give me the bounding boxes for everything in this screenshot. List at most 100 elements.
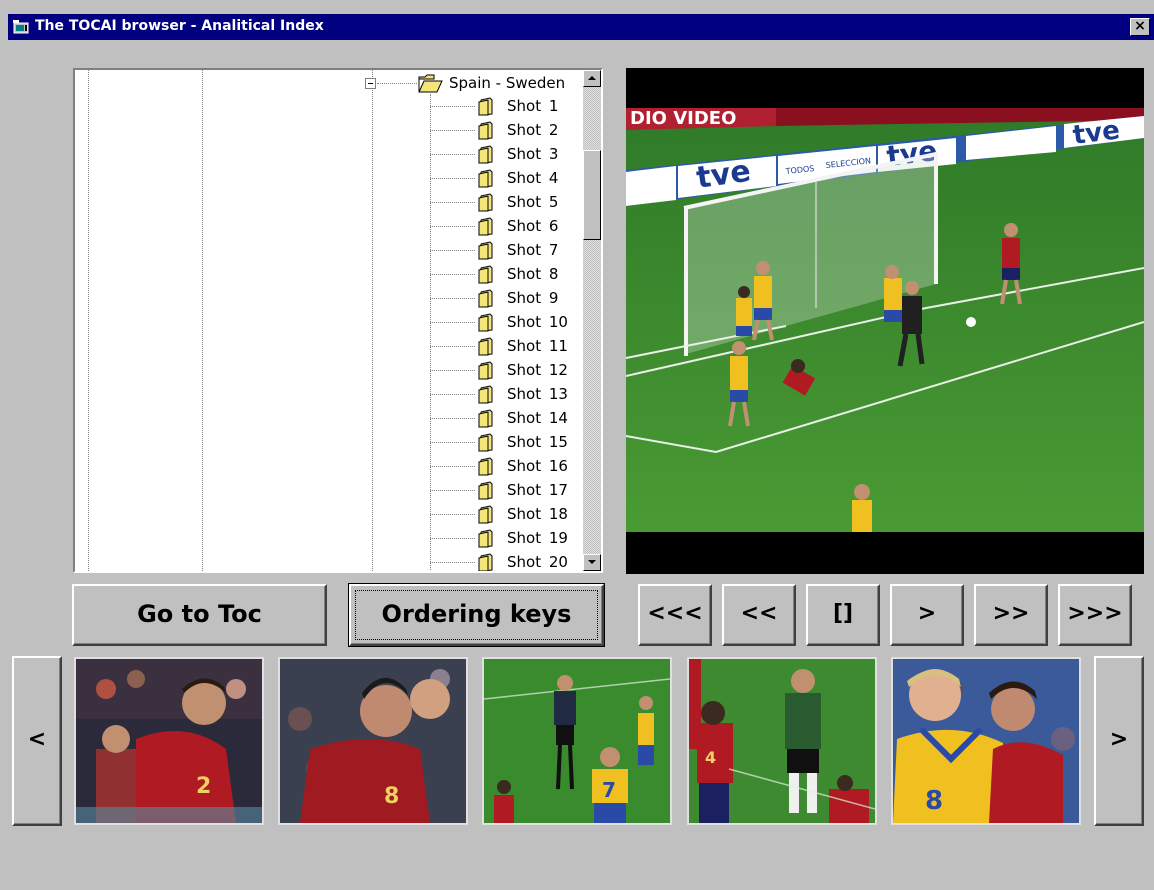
tree-connector <box>430 106 475 107</box>
folder-icon <box>478 289 493 308</box>
tree-connector <box>430 322 475 323</box>
tree-node-shot[interactable]: Shot 10 <box>430 310 580 334</box>
tree-node-shot[interactable]: Shot 17 <box>430 478 580 502</box>
shot-list: Shot 1 Shot 2 Shot 3 Shot 4 Shot 5 Shot 6 Shot… <box>430 94 580 571</box>
tree-node-shot[interactable]: Shot 20 <box>430 550 580 571</box>
keyframe-thumbnail[interactable]: 8 <box>278 657 468 825</box>
ordering-keys-button[interactable]: Ordering keys <box>348 583 605 647</box>
folder-icon <box>478 457 493 476</box>
tree-node-shot[interactable]: Shot 5 <box>430 190 580 214</box>
tree-node-shot[interactable]: Shot 3 <box>430 142 580 166</box>
arrow-down-icon <box>588 560 596 564</box>
filmstrip-next-button[interactable]: > <box>1094 656 1144 826</box>
tree-guide-line <box>202 70 203 571</box>
collapse-icon[interactable] <box>365 78 376 89</box>
scroll-up-button[interactable] <box>583 70 601 87</box>
tree-connector <box>430 346 475 347</box>
shot-label: Shot 4 <box>507 169 559 187</box>
svg-text:8: 8 <box>925 786 943 816</box>
tree-guide-line <box>88 70 89 571</box>
keyframe-thumbnail[interactable]: 7 <box>482 657 672 825</box>
tree-node-shot[interactable]: Shot 2 <box>430 118 580 142</box>
folder-icon <box>478 553 493 571</box>
tree-connector <box>430 130 475 131</box>
tree-connector <box>430 514 475 515</box>
shot-label: Shot 19 <box>507 529 568 547</box>
tree-connector <box>377 83 417 84</box>
shot-label: Shot 8 <box>507 265 559 283</box>
video-player[interactable]: DIO VIDEO tve TODOS SELECCION tve tve <box>626 68 1144 574</box>
tree-connector <box>430 298 475 299</box>
tree-root-label[interactable]: Spain - Sweden <box>449 74 565 92</box>
open-folder-icon <box>418 74 443 93</box>
play-button[interactable]: > <box>890 584 964 646</box>
scroll-down-button[interactable] <box>583 554 601 571</box>
shot-label: Shot 9 <box>507 289 559 307</box>
tree-connector <box>430 394 475 395</box>
shot-label: Shot 10 <box>507 313 568 331</box>
svg-text:4: 4 <box>705 748 716 767</box>
thumbnail-image: 4 <box>689 659 875 823</box>
svg-text:tve: tve <box>694 154 753 196</box>
tree-node-shot[interactable]: Shot 19 <box>430 526 580 550</box>
tree-connector <box>430 466 475 467</box>
shot-label: Shot 13 <box>507 385 568 403</box>
rewind-fast-button[interactable]: <<< <box>638 584 712 646</box>
tree-node-shot[interactable]: Shot 14 <box>430 406 580 430</box>
tree-node-shot[interactable]: Shot 4 <box>430 166 580 190</box>
shot-label: Shot 7 <box>507 241 559 259</box>
keyframe-thumbnail[interactable]: 4 <box>687 657 877 825</box>
folder-icon <box>478 433 493 452</box>
shot-label: Shot 12 <box>507 361 568 379</box>
shot-label: Shot 2 <box>507 121 559 139</box>
tree-node-shot[interactable]: Shot 12 <box>430 358 580 382</box>
folder-icon <box>478 169 493 188</box>
tree-node-shot[interactable]: Shot 9 <box>430 286 580 310</box>
folder-icon <box>478 337 493 356</box>
scroll-thumb[interactable] <box>583 150 601 240</box>
keyframe-thumbnail[interactable]: 8 <box>891 657 1081 825</box>
tree-node-shot[interactable]: Shot 1 <box>430 94 580 118</box>
thumbnail-image: 8 <box>280 659 466 823</box>
tree-connector <box>430 418 475 419</box>
close-button[interactable]: × <box>1130 18 1150 36</box>
tree-node-shot[interactable]: Shot 13 <box>430 382 580 406</box>
shot-label: Shot 14 <box>507 409 568 427</box>
window-title: The TOCAI browser - Analitical Index <box>35 18 324 34</box>
tree-node-shot[interactable]: Shot 11 <box>430 334 580 358</box>
thumbnail-image: 8 <box>893 659 1079 823</box>
tree-connector <box>430 442 475 443</box>
shot-label: Shot 18 <box>507 505 568 523</box>
tree-node-shot[interactable]: Shot 16 <box>430 454 580 478</box>
tree-node-shot[interactable]: Shot 7 <box>430 238 580 262</box>
tree-node-shot[interactable]: Shot 15 <box>430 430 580 454</box>
stop-button[interactable]: [] <box>806 584 880 646</box>
forward-fast-button[interactable]: >>> <box>1058 584 1132 646</box>
video-frame: DIO VIDEO tve TODOS SELECCION tve tve <box>626 108 1144 532</box>
thumbnail-image: 2 <box>76 659 262 823</box>
shot-tree-view[interactable]: Spain - Sweden Shot 1 Shot 2 Shot 3 Shot 4S… <box>73 68 603 573</box>
filmstrip-prev-button[interactable]: < <box>12 656 62 826</box>
close-icon: × <box>1134 18 1146 34</box>
folder-icon <box>478 313 493 332</box>
shot-label: Shot 6 <box>507 217 559 235</box>
forward-button[interactable]: >> <box>974 584 1048 646</box>
app-window: The TOCAI browser - Analitical Index × S… <box>8 14 1154 890</box>
shot-label: Shot 11 <box>507 337 568 355</box>
app-icon <box>13 20 29 34</box>
tree-node-shot[interactable]: Shot 6 <box>430 214 580 238</box>
title-bar[interactable]: The TOCAI browser - Analitical Index × <box>8 14 1154 40</box>
folder-icon <box>478 505 493 524</box>
tree-connector <box>430 538 475 539</box>
tree-scrollbar[interactable] <box>583 70 601 571</box>
rewind-button[interactable]: << <box>722 584 796 646</box>
keyframe-thumbnail[interactable]: 2 <box>74 657 264 825</box>
svg-text:2: 2 <box>196 774 211 799</box>
tree-node-shot[interactable]: Shot 8 <box>430 262 580 286</box>
go-to-toc-button[interactable]: Go to Toc <box>72 584 327 646</box>
tree-connector <box>430 154 475 155</box>
folder-icon <box>478 241 493 260</box>
tree-connector <box>430 370 475 371</box>
folder-icon <box>478 97 493 116</box>
tree-node-shot[interactable]: Shot 18 <box>430 502 580 526</box>
